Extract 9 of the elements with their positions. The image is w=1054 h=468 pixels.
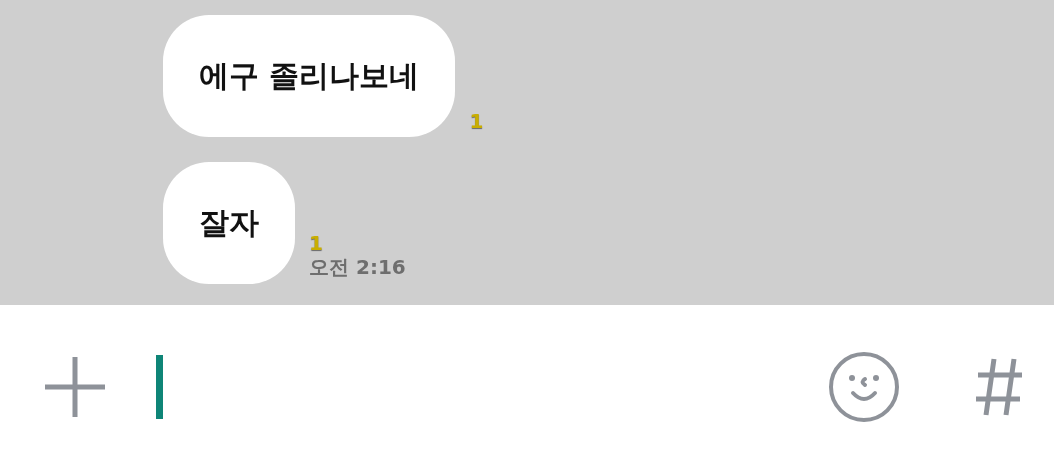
plus-icon[interactable] <box>44 355 106 418</box>
message-bubble: 잘자 <box>163 162 295 284</box>
unread-count: 1 <box>469 110 484 132</box>
text-cursor <box>156 354 163 419</box>
message-time: 오전 2:16 <box>309 254 406 280</box>
message-bubble: 에구 졸리나보네 <box>163 15 456 137</box>
emoji-icon[interactable] <box>828 350 900 423</box>
hashtag-icon[interactable] <box>974 356 1024 417</box>
unread-count: 1 <box>309 232 323 254</box>
